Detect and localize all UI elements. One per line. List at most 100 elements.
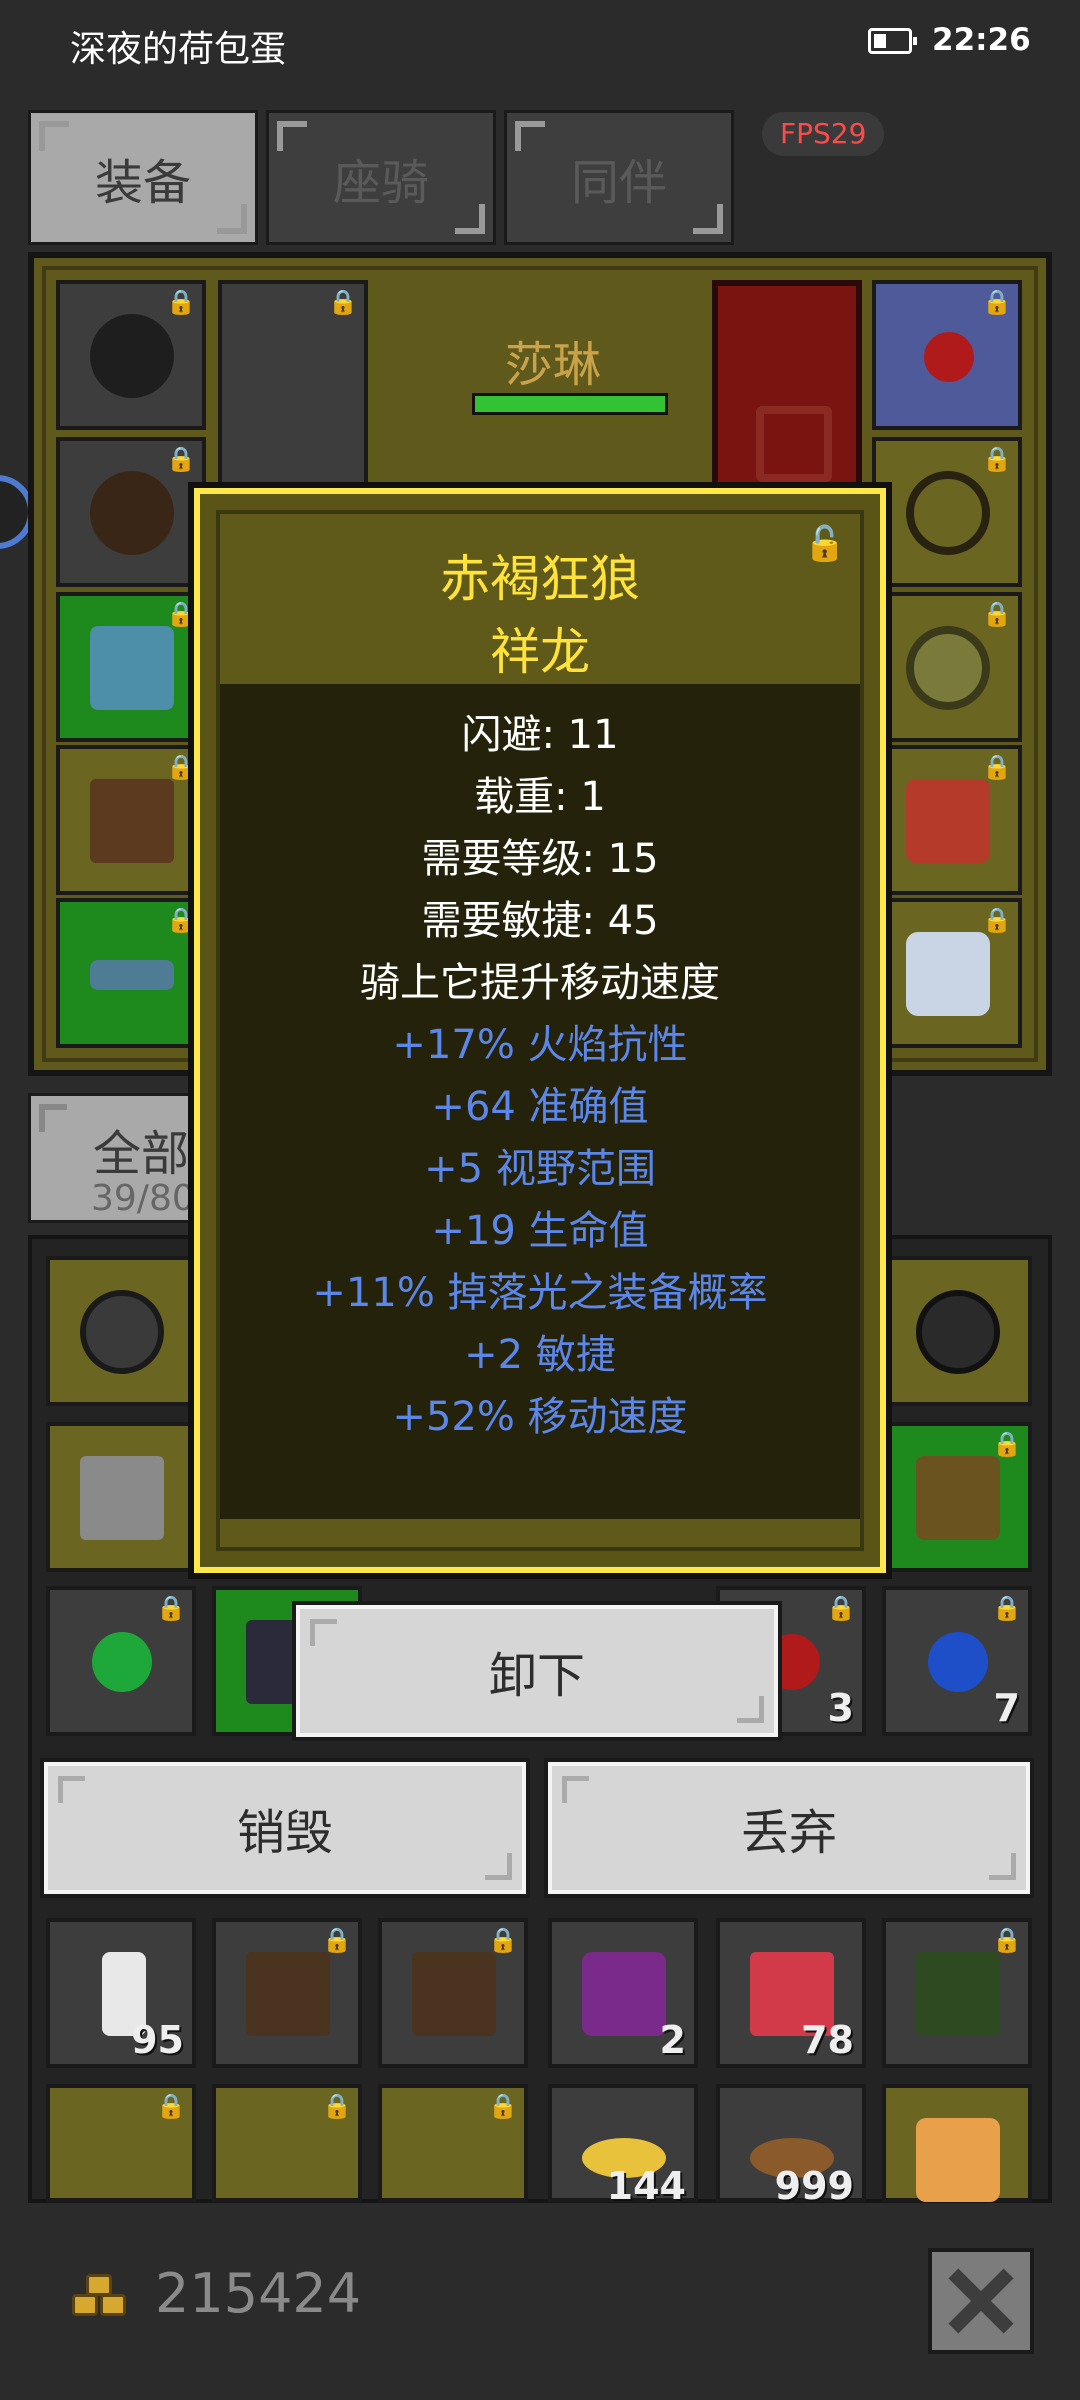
helmet-icon (90, 314, 174, 398)
item-stat-line: 载重: 1 (474, 774, 606, 820)
inventory-slot[interactable] (46, 1256, 196, 1406)
character-hp-bar (472, 393, 668, 415)
equip-slot-boots[interactable]: 🔒 (56, 745, 206, 895)
item-count: 3 (827, 1686, 854, 1730)
tab-equipment[interactable]: 装备 (28, 110, 258, 245)
item-count: 95 (131, 2018, 184, 2062)
lock-icon: 🔒 (156, 1594, 186, 1622)
inventory-slot[interactable]: 🔒 (46, 1586, 196, 1736)
equip-slot-amulet[interactable]: 🔒 (872, 592, 1022, 742)
bag-tab-label: 全部 (93, 1126, 190, 1182)
inventory-slot[interactable]: 🔒 (882, 1918, 1032, 2068)
lock-icon: 🔒 (992, 1430, 1022, 1458)
lock-icon: 🔒 (156, 2092, 186, 2120)
item-count: 2 (659, 2018, 686, 2062)
blue-gem-icon (928, 1632, 988, 1692)
inventory-slot[interactable]: 🔒 (212, 1918, 362, 2068)
pet-icon (906, 932, 990, 1016)
status-title: 深夜的荷包蛋 (70, 29, 287, 70)
inventory-slot[interactable]: 🔒 (46, 2084, 196, 2202)
status-time: 22:26 (932, 22, 1031, 58)
item-stat-line: +11% 掉落光之装备概率 (312, 1270, 768, 1316)
item-stat-line: 需要等级: 15 (421, 836, 659, 882)
inventory-slot[interactable]: 🔒 7 (882, 1586, 1032, 1736)
cape-icon (906, 779, 990, 863)
belt-icon (90, 960, 174, 990)
armor-icon (916, 1456, 1000, 1540)
item-count: 144 (606, 2164, 686, 2208)
item-stat-line: 闪避: 11 (461, 712, 619, 758)
lock-icon: 🔒 (488, 2092, 518, 2120)
item-stat-line: 需要敏捷: 45 (421, 898, 659, 944)
boots-icon (90, 779, 174, 863)
inventory-slot[interactable] (882, 2084, 1032, 2202)
inventory-slot[interactable]: 🔒 (378, 1918, 528, 2068)
bow-icon (246, 1952, 330, 2036)
inventory-slot[interactable] (46, 1422, 196, 1572)
tooltip-body: 赤褐狂狼 祥龙 🔓 闪避: 11 载重: 1 需要等级: 15 需要敏捷: 45 骑上它… (216, 510, 864, 1551)
lock-icon: 🔒 (166, 445, 196, 473)
lock-icon: 🔒 (322, 2092, 352, 2120)
unequip-button[interactable]: 卸下 (296, 1605, 778, 1737)
equip-slot-pet[interactable]: 🔒 (872, 898, 1022, 1048)
tab-mount[interactable]: 座骑 (266, 110, 496, 245)
item-stat-line: +52% 移动速度 (392, 1394, 688, 1440)
inventory-slot[interactable]: 144 (548, 2084, 698, 2208)
close-button[interactable] (928, 2248, 1034, 2354)
lock-icon: 🔒 (982, 906, 1012, 934)
lock-icon: 🔒 (982, 445, 1012, 473)
armor-icon (90, 471, 174, 555)
companion-icon (916, 2118, 1000, 2202)
equip-slot-armor[interactable]: 🔒 (56, 437, 206, 587)
lock-icon: 🔒 (992, 1594, 1022, 1622)
battery-icon (868, 28, 917, 54)
lock-icon: 🔒 (488, 1926, 518, 1954)
inventory-slot[interactable]: 95 (46, 1918, 196, 2068)
equip-slot-helmet[interactable]: 🔒 (56, 280, 206, 430)
lock-icon: 🔒 (166, 600, 196, 628)
equip-slot-gloves[interactable]: 🔒 (56, 592, 206, 742)
inventory-slot[interactable]: 2 (548, 1918, 698, 2068)
tooltip-header: 赤褐狂狼 祥龙 🔓 (220, 514, 860, 684)
item-stat-line: +2 敏捷 (464, 1332, 616, 1378)
inventory-slot[interactable]: 🔒 (378, 2084, 528, 2202)
helmet-icon (916, 1290, 1000, 1374)
bow-icon (916, 1952, 1000, 2036)
inventory-slot[interactable]: 🔒 (882, 1422, 1032, 1572)
character-name: 莎琳 (505, 337, 602, 393)
item-stat-line: +64 准确值 (431, 1084, 649, 1130)
necklace-icon (924, 332, 974, 382)
item-stat-line: +17% 火焰抗性 (392, 1022, 688, 1068)
gold-icon (72, 2272, 132, 2322)
tooltip-footer (220, 1519, 860, 1547)
shield-icon (80, 1290, 164, 1374)
fps-counter: FPS29 (762, 112, 885, 156)
equip-slot-weapon[interactable]: 🔒 (218, 280, 368, 490)
tab-companion[interactable]: 同伴 (504, 110, 734, 245)
scroll-icon (582, 1952, 666, 2036)
item-name: 赤褐狂狼 (440, 550, 640, 608)
bag-tab-count: 39/80 (91, 1178, 195, 1219)
item-count: 7 (993, 1686, 1020, 1730)
equip-slot-ring[interactable]: 🔒 (872, 437, 1022, 587)
destroy-button[interactable]: 销毁 (44, 1762, 526, 1894)
axe-icon (80, 1456, 164, 1540)
inventory-slot[interactable]: 🔒 (212, 2084, 362, 2202)
equip-slot-necklace[interactable]: 🔒 (872, 280, 1022, 430)
unlock-icon[interactable]: 🔓 (804, 524, 846, 564)
item-count: 999 (774, 2164, 854, 2208)
inventory-slot[interactable] (882, 1256, 1032, 1406)
lock-icon: 🔒 (982, 753, 1012, 781)
inventory-slot[interactable]: 78 (716, 1918, 866, 2068)
item-quality: 祥龙 (490, 623, 590, 681)
item-stats: 闪避: 11 载重: 1 需要等级: 15 需要敏捷: 45 骑上它提升移动速度 +17%… (220, 704, 860, 1448)
item-count: 78 (801, 2018, 854, 2062)
equip-slot-belt[interactable]: 🔒 (56, 898, 206, 1048)
lock-icon: 🔒 (322, 1926, 352, 1954)
inventory-slot[interactable]: 999 (716, 2084, 866, 2208)
equip-slot-cape[interactable]: 🔒 (872, 745, 1022, 895)
gloves-icon (90, 626, 174, 710)
discard-button[interactable]: 丢弃 (548, 1762, 1030, 1894)
bag-tab-all[interactable]: 全部 39/80 (28, 1093, 198, 1223)
bow-icon (412, 1952, 496, 2036)
